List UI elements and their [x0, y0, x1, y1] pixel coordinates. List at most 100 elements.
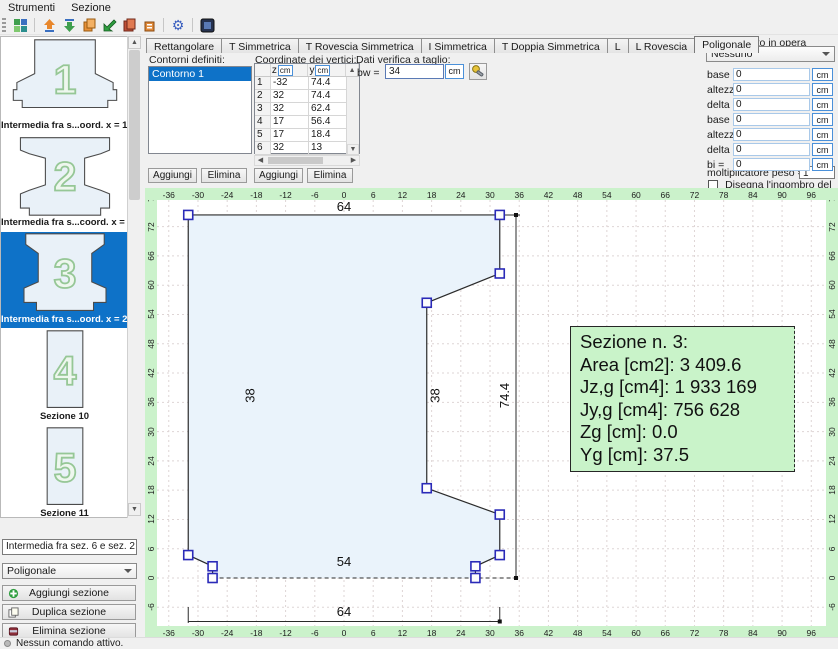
cell-y[interactable]: 13 — [309, 142, 347, 155]
unit-cell[interactable]: cm — [278, 65, 293, 76]
cell-y[interactable]: 62.4 — [309, 103, 347, 116]
field-input[interactable]: 0 — [733, 83, 810, 96]
scrollbar-thumb[interactable] — [268, 157, 323, 164]
vertex-handle[interactable] — [422, 484, 431, 493]
tab-rettangolare[interactable]: Rettangolare — [146, 38, 222, 53]
cell-z[interactable]: 32 — [271, 90, 309, 103]
scroll-up-icon[interactable]: ▲ — [128, 36, 141, 49]
tab-t-rovescia-simmetrica[interactable]: T Rovescia Simmetrica — [298, 38, 422, 53]
unit-box[interactable]: cm — [812, 158, 833, 171]
contorno-delete-button[interactable]: Elimina — [201, 168, 247, 183]
scroll-left-icon[interactable]: ◀ — [255, 156, 266, 165]
vertex-handle[interactable] — [495, 269, 504, 278]
unit-cell[interactable]: cm — [315, 65, 330, 76]
vertex-handle[interactable] — [495, 510, 504, 519]
section-item-3[interactable]: 3Intermedia fra s...oord. x = 235.00 — [1, 232, 128, 328]
app-dark-icon[interactable] — [198, 17, 216, 33]
field-input[interactable]: 0 — [733, 98, 810, 111]
vertex-add-button[interactable]: Aggiungi — [254, 168, 303, 183]
section-item-5[interactable]: 5Sezione 11 — [1, 426, 128, 517]
cell-z[interactable]: 32 — [271, 142, 309, 155]
bw-tool-button[interactable] — [469, 63, 487, 80]
vertex-handle[interactable] — [495, 210, 504, 219]
field-input[interactable]: 0 — [733, 128, 810, 141]
sidebar-scrollbar[interactable]: ▲ ▼ — [127, 36, 140, 518]
sections-grid-icon[interactable] — [11, 17, 29, 33]
tab-t-doppia-simmetrica[interactable]: T Doppia Simmetrica — [494, 38, 608, 53]
vertex-handle[interactable] — [184, 210, 193, 219]
tab-l[interactable]: L — [607, 38, 629, 53]
tab-t-simmetrica[interactable]: T Simmetrica — [221, 38, 299, 53]
report-red-icon[interactable] — [120, 17, 138, 33]
table-row[interactable]: 23274.4 — [255, 90, 347, 103]
cell-z[interactable]: -32 — [271, 77, 309, 90]
vertex-delete-button[interactable]: Elimina — [307, 168, 353, 183]
scroll-down-icon[interactable]: ▼ — [128, 503, 141, 516]
scroll-down-icon[interactable]: ▼ — [347, 144, 359, 155]
list-item[interactable]: Contorno 1 — [149, 67, 251, 81]
contorni-listbox[interactable]: Contorno 1 — [148, 66, 252, 154]
scrollbar-thumb[interactable] — [129, 50, 140, 200]
field-input[interactable]: 0 — [733, 113, 810, 126]
cell-y[interactable]: 56.4 — [309, 116, 347, 129]
copy-orange-icon[interactable] — [80, 17, 98, 33]
cell-z[interactable]: 17 — [271, 116, 309, 129]
status-icon — [4, 640, 11, 647]
cell-z[interactable]: 17 — [271, 129, 309, 142]
unit-box[interactable]: cm — [812, 128, 833, 141]
tab-i-simmetrica[interactable]: I Simmetrica — [421, 38, 495, 53]
vertex-handle[interactable] — [422, 298, 431, 307]
bw-unit-box[interactable]: cm — [445, 64, 464, 79]
cell-z[interactable]: 32 — [271, 103, 309, 116]
unit-box[interactable]: cm — [812, 113, 833, 126]
export-down-icon[interactable] — [60, 17, 78, 33]
toolbar-grip[interactable] — [2, 18, 6, 32]
unit-box[interactable]: cm — [812, 68, 833, 81]
unit-box[interactable]: cm — [812, 98, 833, 111]
duplicate-section-button[interactable]: Duplica sezione — [2, 604, 136, 620]
vertex-table[interactable]: zcm ycm ▲ 1-3274.423274.433262.441756.45… — [254, 63, 360, 154]
cell-y[interactable]: 74.4 — [309, 77, 347, 90]
section-name-input[interactable]: Intermedia fra sez. 6 e sez. 2 a coord. … — [2, 539, 137, 555]
ruler-tick-label: 0 — [146, 570, 156, 586]
tab-poligonale[interactable]: Poligonale — [694, 36, 759, 53]
section-type-select[interactable]: Poligonale — [2, 563, 137, 579]
section-polygon[interactable] — [188, 215, 500, 578]
vertex-handle[interactable] — [471, 562, 480, 571]
table-row[interactable]: 1-3274.4 — [255, 77, 347, 90]
report-small-icon[interactable] — [140, 17, 158, 33]
verify-arrow-icon[interactable] — [100, 17, 118, 33]
field-input[interactable]: 0 — [733, 158, 810, 171]
section-item-2[interactable]: 2Intermedia fra s...coord. x = 43.00 — [1, 135, 128, 231]
section-item-4[interactable]: 4Sezione 10 — [1, 329, 128, 425]
vertex-handle[interactable] — [471, 574, 480, 583]
import-up-icon[interactable] — [40, 17, 58, 33]
vertex-handle[interactable] — [208, 562, 217, 571]
contorno-add-button[interactable]: Aggiungi — [148, 168, 197, 183]
table-row[interactable]: 33262.4 — [255, 103, 347, 116]
table-row[interactable]: 63213 — [255, 142, 347, 155]
tab-l-rovescia[interactable]: L Rovescia — [628, 38, 696, 53]
table-row[interactable]: 41756.4 — [255, 116, 347, 129]
section-item-1[interactable]: 1Intermedia fra s...oord. x = 150.00 — [1, 38, 128, 134]
vertex-handle[interactable] — [184, 551, 193, 560]
cell-y[interactable]: 18.4 — [309, 129, 347, 142]
settings-gear-icon[interactable]: ⚙ — [169, 17, 187, 33]
scroll-right-icon[interactable]: ▶ — [348, 156, 359, 165]
ruler-tick-label: 0 — [827, 570, 837, 586]
section-label: Sezione 11 — [1, 508, 128, 517]
vertex-handle[interactable] — [208, 574, 217, 583]
bw-input[interactable]: 34 — [385, 64, 444, 79]
table-vscrollbar[interactable]: ▲▼ — [347, 77, 359, 155]
field-input[interactable]: 0 — [733, 68, 810, 81]
vertex-handle[interactable] — [495, 551, 504, 560]
add-section-button[interactable]: Aggiungi sezione — [2, 585, 136, 601]
menu-strumenti[interactable]: Strumenti — [0, 1, 63, 15]
unit-box[interactable]: cm — [812, 83, 833, 96]
cell-y[interactable]: 74.4 — [309, 90, 347, 103]
table-hscrollbar[interactable]: ◀ ▶ — [254, 155, 360, 166]
menu-sezione[interactable]: Sezione — [63, 1, 119, 15]
field-input[interactable]: 0 — [733, 143, 810, 156]
table-row[interactable]: 51718.4 — [255, 129, 347, 142]
unit-box[interactable]: cm — [812, 143, 833, 156]
